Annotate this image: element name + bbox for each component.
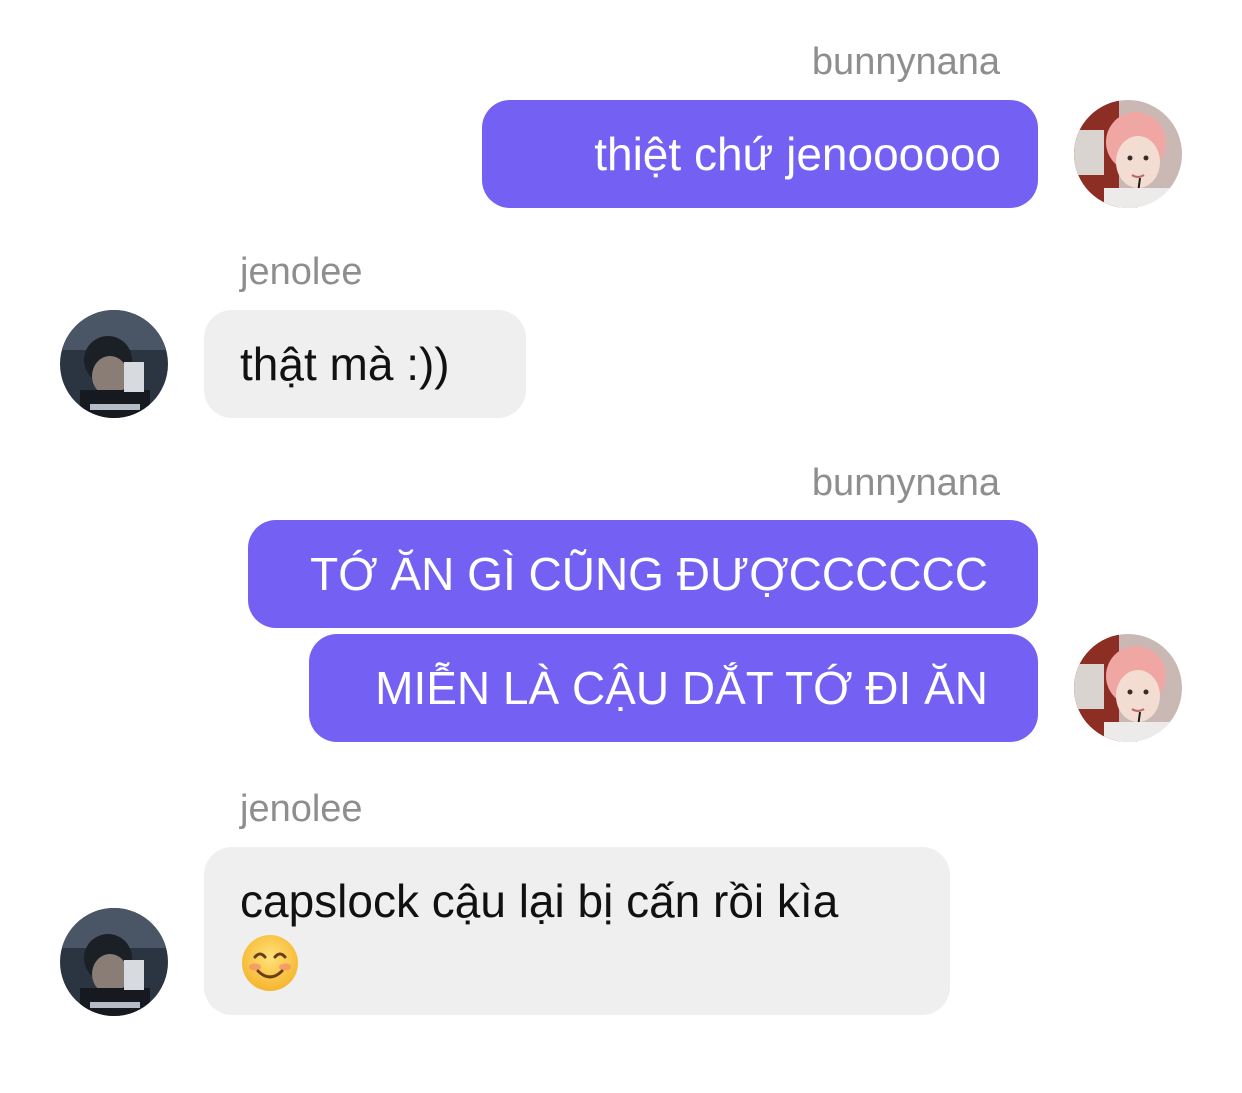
sender-name: jenolee — [240, 788, 363, 830]
avatar-image — [60, 908, 168, 1016]
avatar-jenolee[interactable] — [60, 908, 168, 1016]
message-bubble-outgoing[interactable]: TỚ ĂN GÌ CŨNG ĐƯỢCCCCCC — [248, 520, 1038, 628]
message-text: thiệt chứ jenoooooo — [594, 128, 1001, 180]
smiling-face-icon — [240, 933, 300, 1007]
avatar-image — [1074, 634, 1182, 742]
sender-name: bunnynana — [811, 41, 1000, 83]
message-bubble-incoming[interactable]: capslock cậu lại bị cấn rồi kìa — [204, 847, 950, 1015]
message-bubble-outgoing[interactable]: MIỄN LÀ CẬU DẮT TỚ ĐI ĂN — [309, 634, 1038, 742]
avatar-bunnynana[interactable] — [1074, 634, 1182, 742]
sender-name: jenolee — [240, 251, 363, 293]
sender-name: bunnynana — [811, 462, 1000, 504]
message-text: capslock cậu lại bị cấn rồi kìa — [240, 875, 839, 927]
message-bubble-incoming[interactable]: thật mà :)) — [204, 310, 526, 418]
avatar-jenolee[interactable] — [60, 310, 168, 418]
avatar-bunnynana[interactable] — [1074, 100, 1182, 208]
avatar-image — [60, 310, 168, 418]
message-text: TỚ ĂN GÌ CŨNG ĐƯỢCCCCCC — [310, 548, 988, 600]
avatar-image — [1074, 100, 1182, 208]
message-bubble-outgoing[interactable]: thiệt chứ jenoooooo — [482, 100, 1038, 208]
message-text: thật mà :)) — [240, 338, 450, 390]
message-text: MIỄN LÀ CẬU DẮT TỚ ĐI ĂN — [375, 662, 988, 714]
